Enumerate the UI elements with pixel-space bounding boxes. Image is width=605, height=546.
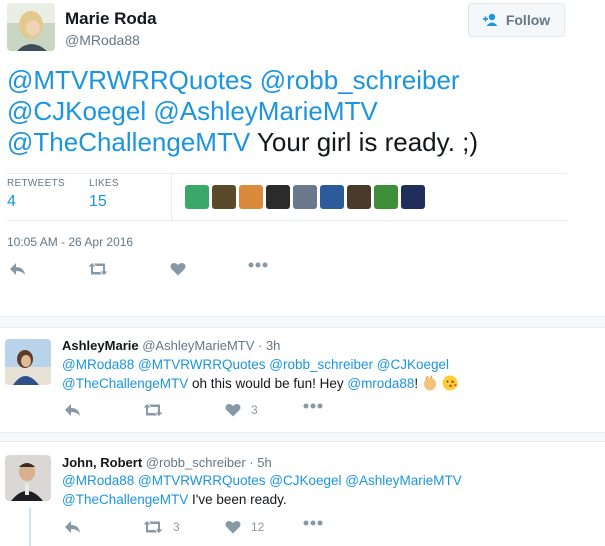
like-count: 3 — [251, 403, 258, 417]
tweet-timestamp[interactable]: 10:05 AM - 26 Apr 2016 — [7, 235, 133, 249]
liker-avatar[interactable] — [185, 185, 209, 209]
reply-time[interactable]: · 5h — [249, 455, 271, 470]
mention-link[interactable]: @MTVRWRRQuotes — [7, 65, 253, 95]
reply-text: @MRoda88 @MTVRWRRQuotes @CJKoegel @Ashle… — [62, 471, 592, 509]
liker-avatar[interactable] — [266, 185, 290, 209]
reply-header: AshleyMarie @AshleyMarieMTV · 3h — [62, 338, 280, 353]
retweets-label: RETWEETS — [7, 178, 65, 189]
tweet-stats: RETWEETS 4 LIKES 15 — [7, 173, 567, 221]
follow-button[interactable]: Follow — [468, 3, 565, 37]
reply-icon — [9, 262, 26, 276]
section-divider — [0, 316, 605, 328]
like-button[interactable]: 12 — [225, 520, 264, 534]
kiss-face-emoji — [442, 375, 458, 391]
author-name[interactable]: Marie Roda — [65, 9, 157, 29]
mention-link[interactable]: @MTVRWRRQuotes — [138, 357, 265, 372]
reply-time[interactable]: · 3h — [258, 338, 280, 353]
mention-link[interactable]: @MTVRWRRQuotes — [138, 473, 265, 488]
mention-link[interactable]: @robb_schreiber — [260, 65, 460, 95]
reply-button[interactable] — [9, 262, 26, 276]
mention-link[interactable]: @TheChallengeMTV — [62, 376, 188, 391]
liker-avatar[interactable] — [347, 185, 371, 209]
likes-count: 15 — [89, 193, 107, 210]
like-count: 12 — [251, 520, 265, 534]
likes-label: LIKES — [89, 178, 119, 189]
reply-header: John, Robert @robb_schreiber · 5h — [62, 455, 272, 470]
retweets-stat[interactable]: RETWEETS 4 — [7, 178, 65, 211]
reply-button[interactable] — [64, 520, 81, 534]
retweet-button[interactable]: 3 — [143, 520, 180, 534]
likes-stat[interactable]: LIKES 15 — [89, 178, 119, 211]
more-button[interactable] — [303, 520, 323, 526]
retweets-count: 4 — [7, 193, 16, 210]
liker-avatar[interactable] — [212, 185, 236, 209]
liker-avatar[interactable] — [239, 185, 263, 209]
add-user-icon — [482, 13, 501, 27]
like-button[interactable]: 3 — [225, 403, 258, 417]
reply-button[interactable] — [64, 403, 81, 417]
more-icon — [303, 403, 323, 409]
mention-link[interactable]: @CJKoegel — [269, 473, 341, 488]
more-button[interactable] — [248, 262, 268, 268]
retweet-count: 3 — [173, 520, 180, 534]
author-handle[interactable]: @MRoda88 — [65, 32, 140, 48]
more-icon — [248, 262, 268, 268]
more-icon — [303, 520, 323, 526]
more-button[interactable] — [303, 403, 323, 409]
mention-link[interactable]: @CJKoegel — [7, 96, 146, 126]
reply-body: oh this would be fun! Hey — [188, 376, 348, 391]
mention-link[interactable]: @TheChallengeMTV — [62, 492, 188, 507]
mention-link[interactable]: @MRoda88 — [62, 357, 134, 372]
thread-line — [29, 508, 31, 546]
heart-icon — [225, 403, 241, 417]
tweet-text: @MTVRWRRQuotes @robb_schreiber @CJKoegel… — [7, 65, 587, 158]
reply-author-name[interactable]: AshleyMarie — [62, 338, 139, 353]
reply-avatar[interactable] — [5, 339, 51, 385]
heart-icon — [225, 520, 241, 534]
mention-link[interactable]: @AshleyMarieMTV — [153, 96, 377, 126]
mention-link[interactable]: @MRoda88 — [62, 473, 134, 488]
retweet-icon — [143, 520, 163, 534]
liker-avatar[interactable] — [320, 185, 344, 209]
reply-author-handle[interactable]: @robb_schreiber — [146, 455, 246, 470]
reply-tweet[interactable]: John, Robert @robb_schreiber · 5h @MRoda… — [0, 442, 605, 546]
mention-link[interactable]: @AshleyMarieMTV — [345, 473, 461, 488]
liker-avatar[interactable] — [374, 185, 398, 209]
stats-divider — [171, 174, 172, 220]
reply-actions: 3 12 — [62, 520, 362, 542]
reply-icon — [64, 520, 81, 534]
reply-text: @MRoda88 @MTVRWRRQuotes @robb_schreiber … — [62, 355, 592, 393]
reply-actions: 3 — [62, 403, 362, 425]
reply-tweet[interactable]: AshleyMarie @AshleyMarieMTV · 3h @MRoda8… — [0, 328, 605, 432]
mention-link[interactable]: @robb_schreiber — [269, 357, 373, 372]
reply-avatar[interactable] — [5, 455, 51, 501]
retweet-icon — [88, 262, 108, 276]
tweet-actions — [7, 262, 307, 284]
mention-link[interactable]: @mroda88 — [347, 376, 414, 391]
reply-body-end: ! — [414, 376, 419, 391]
tweet-body: Your girl is ready. ;) — [256, 127, 479, 157]
reply-author-handle[interactable]: @AshleyMarieMTV — [142, 338, 254, 353]
section-divider — [0, 432, 605, 442]
reply-icon — [64, 403, 81, 417]
like-button[interactable] — [170, 262, 186, 276]
retweet-button[interactable] — [143, 403, 163, 417]
liker-avatar[interactable] — [293, 185, 317, 209]
reply-author-name[interactable]: John, Robert — [62, 455, 142, 470]
main-tweet: Marie Roda @MRoda88 Follow @MTVRWRRQuote… — [0, 0, 605, 316]
author-avatar[interactable] — [7, 3, 55, 51]
mention-link[interactable]: @TheChallengeMTV — [7, 127, 250, 157]
heart-icon — [170, 262, 186, 276]
clapping-hands-emoji — [422, 375, 438, 391]
liker-avatar[interactable] — [401, 185, 425, 209]
likers-avatars — [185, 185, 425, 209]
mention-link[interactable]: @CJKoegel — [377, 357, 449, 372]
reply-body: I've been ready. — [188, 492, 287, 507]
retweet-icon — [143, 403, 163, 417]
retweet-button[interactable] — [88, 262, 108, 276]
follow-label: Follow — [505, 12, 551, 28]
